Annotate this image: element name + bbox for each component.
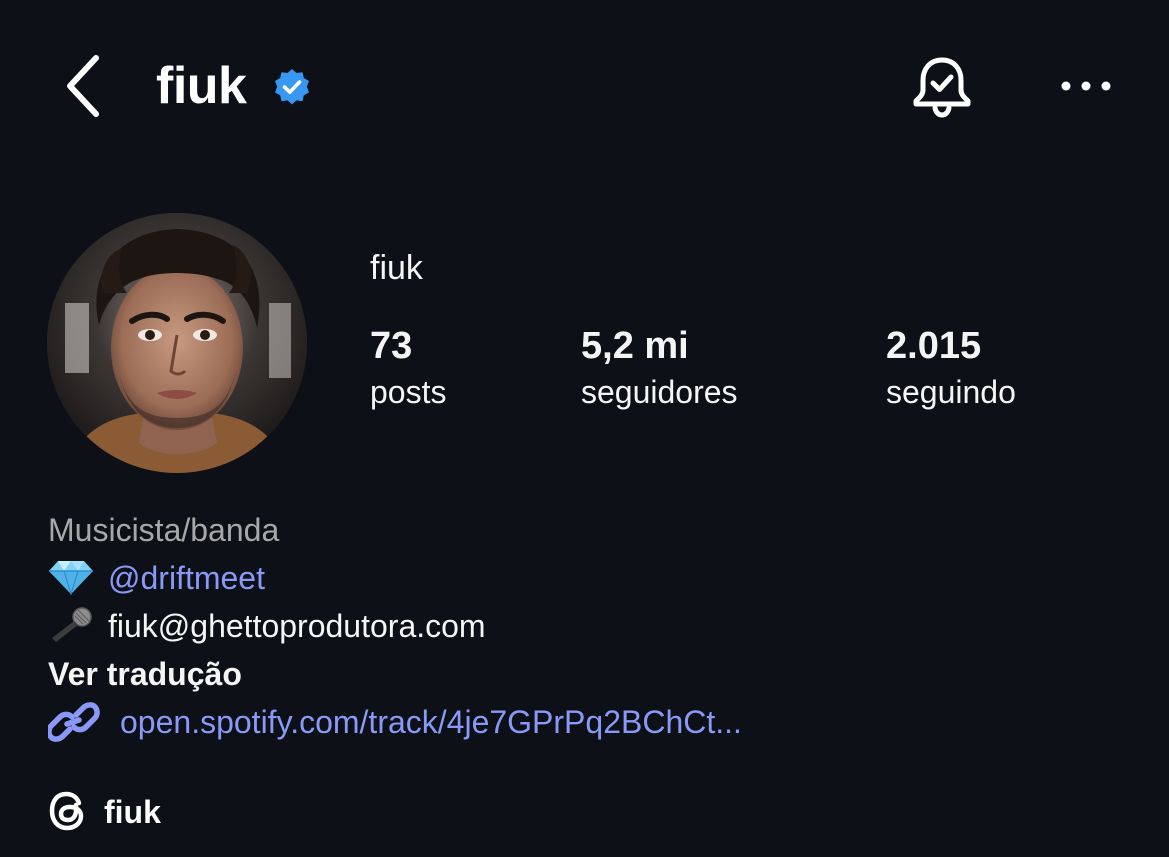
bio-external-link[interactable]: open.spotify.com/track/4je7GPrPq2BChCt..… bbox=[120, 704, 742, 740]
bell-check-icon bbox=[913, 57, 971, 118]
link-icon bbox=[46, 701, 100, 743]
bio-mention-row: @driftmeet bbox=[48, 556, 265, 600]
profile-avatar[interactable] bbox=[47, 213, 307, 473]
followers-stat[interactable]: 5,2 mi seguidores bbox=[581, 322, 738, 414]
notifications-bell-button[interactable] bbox=[908, 52, 976, 120]
bio-email: fiuk@ghettoprodutora.com bbox=[108, 608, 486, 644]
bio-link-row[interactable]: open.spotify.com/track/4je7GPrPq2BChCt..… bbox=[46, 700, 742, 744]
verified-badge-icon bbox=[272, 67, 312, 107]
following-stat[interactable]: 2.015 seguindo bbox=[886, 322, 1016, 414]
avatar-photo bbox=[47, 213, 307, 473]
back-icon bbox=[67, 55, 99, 117]
more-options-icon bbox=[1061, 81, 1111, 91]
following-count: 2.015 bbox=[886, 325, 982, 367]
following-label: seguindo bbox=[886, 374, 1016, 410]
display-name: fiuk bbox=[370, 249, 423, 287]
threads-icon bbox=[48, 791, 90, 831]
posts-count: 73 bbox=[370, 325, 413, 367]
see-translation-button[interactable]: Ver tradução bbox=[48, 652, 242, 696]
posts-stat[interactable]: 73 posts bbox=[370, 322, 446, 414]
threads-profile-link[interactable]: fiuk bbox=[48, 790, 161, 834]
bio-email-row: fiuk@ghettoprodutora.com bbox=[48, 604, 486, 648]
bio-mention-link[interactable]: @driftmeet bbox=[108, 560, 265, 596]
followers-label: seguidores bbox=[581, 374, 738, 410]
profile-category: Musicista/banda bbox=[48, 512, 280, 548]
back-button[interactable] bbox=[56, 52, 112, 120]
more-options-button[interactable] bbox=[1056, 70, 1116, 102]
microphone-icon bbox=[48, 607, 94, 643]
header-username: fiuk bbox=[156, 57, 247, 115]
threads-handle: fiuk bbox=[104, 794, 161, 830]
followers-count: 5,2 mi bbox=[581, 325, 689, 367]
posts-label: posts bbox=[370, 374, 447, 410]
diamond-icon bbox=[48, 559, 94, 597]
